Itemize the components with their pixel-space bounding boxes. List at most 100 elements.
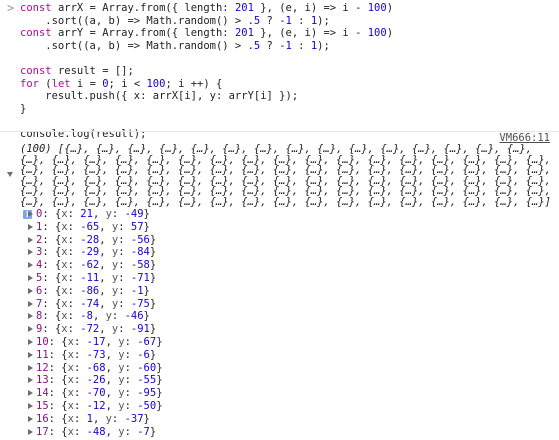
expand-triangle-icon[interactable] <box>28 326 33 333</box>
array-item-row[interactable]: 1: {x: -65, y: 57} <box>0 221 559 234</box>
expand-triangle-icon[interactable] <box>28 249 33 256</box>
punctuation: : <box>118 259 131 272</box>
punctuation: } <box>156 361 163 374</box>
code-line: const result = []; <box>0 65 559 78</box>
item-index: 16 <box>36 412 49 425</box>
array-item-row[interactable]: 5: {x: -11, y: -71} <box>0 272 559 285</box>
code-line: .sort((a, b) => Math.random() > .5 ? -1 … <box>0 15 559 28</box>
punctuation: , <box>99 323 112 336</box>
array-item-row[interactable]: 8: {x: -8, y: -46} <box>0 310 559 323</box>
array-item-row[interactable]: 7: {x: -74, y: -75} <box>0 298 559 311</box>
code-text: i = <box>76 77 103 90</box>
code-text: : <box>291 14 311 27</box>
expand-triangle-icon[interactable] <box>28 390 33 397</box>
code-line: const arrY = Array.from({ length: 201 },… <box>0 27 559 40</box>
punctuation: : <box>124 399 138 412</box>
item-x-value: -48 <box>86 425 106 438</box>
expand-triangle-icon[interactable] <box>28 236 33 243</box>
array-item-row[interactable]: 2: {x: -28, y: -56} <box>0 234 559 247</box>
punctuation: : { <box>48 399 68 412</box>
array-item-row[interactable]: 16: {x: 1, y: -37} <box>0 413 559 426</box>
expand-triangle-icon[interactable] <box>28 364 33 371</box>
array-item-row[interactable]: 10: {x: -17, y: -67} <box>0 336 559 349</box>
code-text: .sort((a, b) => Math.random() > <box>20 39 248 52</box>
punctuation: : <box>73 348 87 361</box>
punctuation: : <box>111 412 125 425</box>
console-input-entry: > const arrX = Array.from({ length: 201 … <box>0 0 559 147</box>
punctuation: : <box>67 246 81 259</box>
punctuation: } <box>156 335 163 348</box>
punctuation: , <box>99 297 112 310</box>
item-index: 12 <box>36 361 49 374</box>
punctuation: : <box>111 310 125 323</box>
punctuation: , <box>92 208 106 220</box>
punctuation: : { <box>42 310 62 323</box>
punctuation: : { <box>42 259 62 272</box>
array-item-row[interactable]: 3: {x: -29, y: -84} <box>0 246 559 259</box>
array-item-row[interactable]: 13: {x: -26, y: -55} <box>0 374 559 387</box>
expand-triangle-icon[interactable] <box>28 313 33 320</box>
code-keyword: for <box>20 77 46 90</box>
code-text: }, (e, i) => i - <box>253 2 368 14</box>
expand-triangle-icon[interactable] <box>28 300 33 307</box>
expand-triangle-icon[interactable] <box>28 377 33 384</box>
punctuation: } <box>149 271 157 284</box>
punctuation: : { <box>48 361 68 374</box>
code-keyword: const <box>20 27 58 40</box>
item-x-value: -17 <box>86 335 106 348</box>
code-text: console.log(result); <box>20 127 147 140</box>
expand-triangle-icon[interactable] <box>28 415 33 422</box>
punctuation: , <box>99 233 112 246</box>
array-item-row[interactable]: 17: {x: -48, y: -7} <box>0 426 559 439</box>
code-block: const arrX = Array.from({ length: 201 },… <box>0 2 559 141</box>
item-y-value: -50 <box>137 399 157 412</box>
expand-triangle-icon[interactable] <box>28 287 33 294</box>
punctuation: : { <box>42 208 62 220</box>
code-text: ; i ++) { <box>165 77 223 90</box>
expand-triangle-icon[interactable] <box>28 274 33 281</box>
expand-triangle-icon[interactable] <box>28 211 33 217</box>
code-number: 100 <box>146 77 166 90</box>
punctuation: } <box>143 208 150 220</box>
expand-triangle-icon[interactable] <box>7 172 13 177</box>
array-item-row[interactable]: 12: {x: -68, y: -60} <box>0 362 559 375</box>
array-item-row[interactable]: 6: {x: -86, y: -1} <box>0 285 559 298</box>
code-line: } <box>0 103 559 116</box>
expand-triangle-icon[interactable] <box>28 338 33 345</box>
punctuation: } <box>143 310 150 323</box>
array-item-row[interactable]: 14: {x: -70, y: -95} <box>0 387 559 400</box>
expand-triangle-icon[interactable] <box>28 428 33 435</box>
punctuation: , <box>105 361 119 374</box>
array-item-row[interactable]: 11: {x: -73, y: -6} <box>0 349 559 362</box>
punctuation: } <box>143 412 150 425</box>
punctuation: : <box>73 374 87 387</box>
punctuation: , <box>92 412 106 425</box>
punctuation: } <box>143 220 150 233</box>
array-item-row[interactable]: 0: {x: 21, y: -49} <box>0 208 559 221</box>
expand-triangle-icon[interactable] <box>28 402 33 409</box>
expand-triangle-icon[interactable] <box>28 223 33 230</box>
code-keyword: let <box>51 77 77 90</box>
code-line: result.push({ x: arrX[i], y: arrY[i] }); <box>0 90 559 103</box>
expand-triangle-icon[interactable] <box>28 351 33 358</box>
item-y-value: -67 <box>137 335 157 348</box>
punctuation: : { <box>42 220 62 233</box>
array-item-row[interactable]: 15: {x: -12, y: -50} <box>0 400 559 413</box>
item-y-value: -6 <box>137 348 150 361</box>
item-x-value: -65 <box>80 220 100 233</box>
array-item-row[interactable]: 4: {x: -62, y: -58} <box>0 259 559 272</box>
array-item-row[interactable]: 9: {x: -72, y: -91} <box>0 323 559 336</box>
code-text: } <box>20 102 27 115</box>
punctuation: : { <box>48 387 68 400</box>
code-number: -1 <box>279 14 292 27</box>
expand-triangle-icon[interactable] <box>28 262 33 269</box>
item-y-value: 57 <box>130 220 144 233</box>
punctuation: : <box>73 387 87 400</box>
punctuation: } <box>156 374 163 387</box>
punctuation: : { <box>48 374 68 387</box>
item-x-value: -11 <box>80 271 100 284</box>
item-index: 10 <box>36 335 49 348</box>
code-text: ) <box>386 27 394 40</box>
chevron-right-icon[interactable]: > <box>7 2 14 15</box>
punctuation: : { <box>48 348 68 361</box>
